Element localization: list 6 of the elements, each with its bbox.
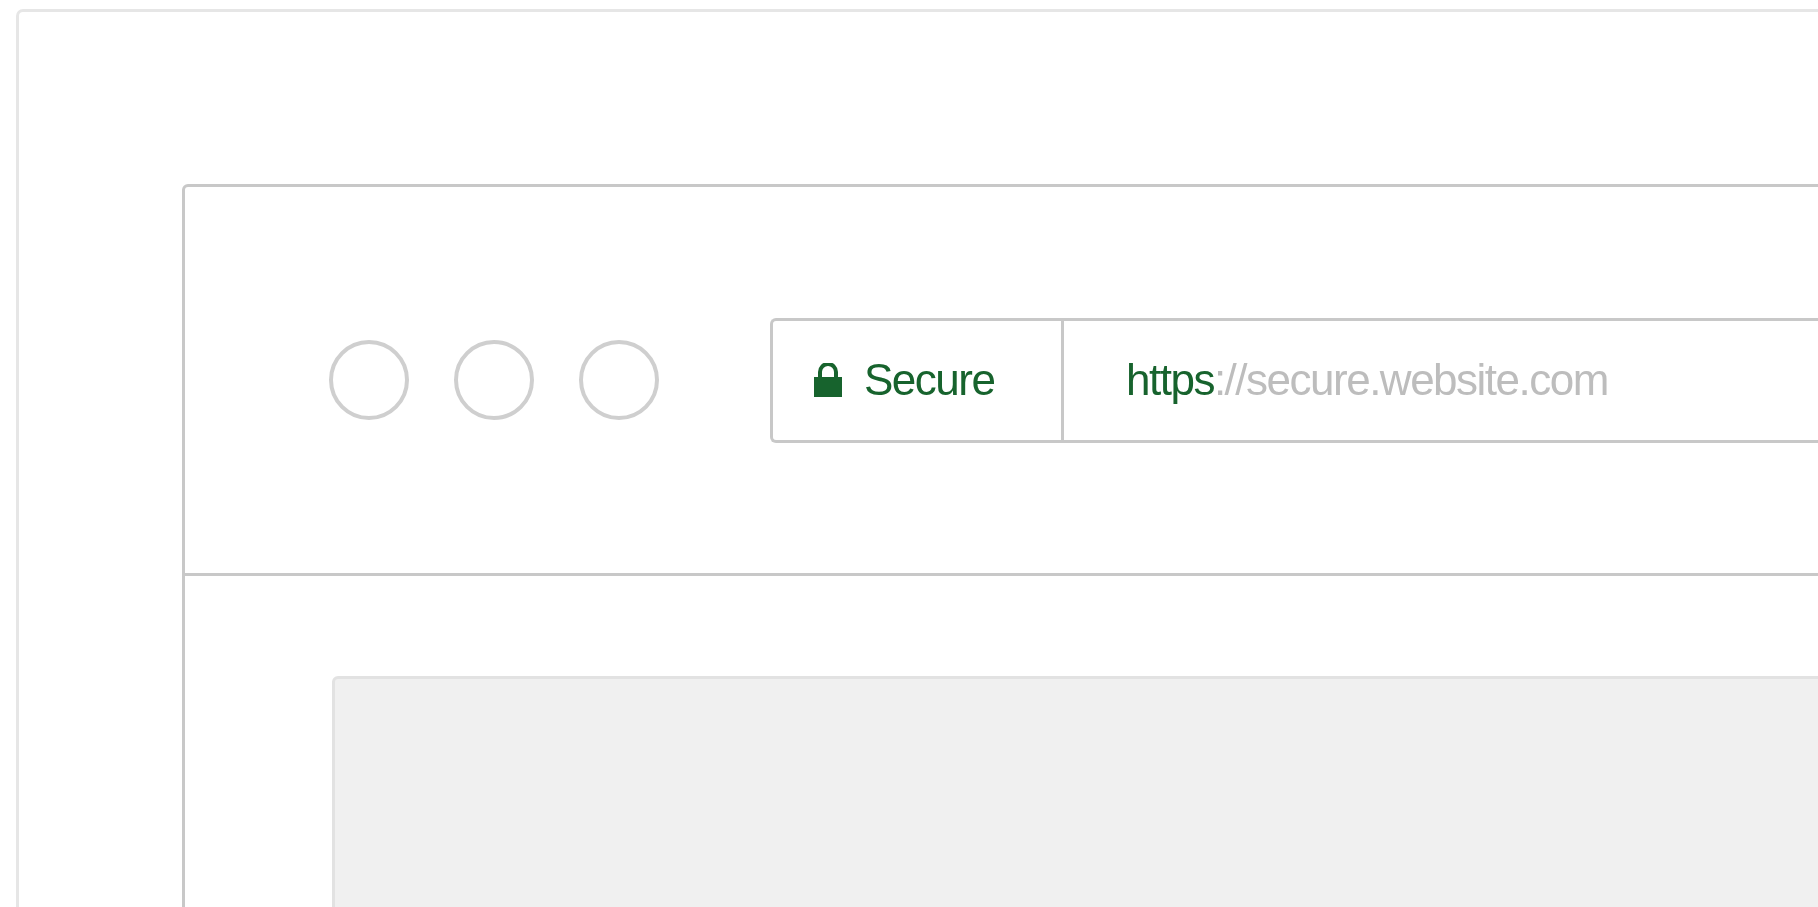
- window-button[interactable]: [579, 340, 659, 420]
- window-button[interactable]: [329, 340, 409, 420]
- window-button[interactable]: [454, 340, 534, 420]
- padlock-icon: [814, 363, 842, 397]
- security-label: Secure: [864, 355, 995, 405]
- address-url[interactable]: https://secure.website.com: [1126, 355, 1608, 405]
